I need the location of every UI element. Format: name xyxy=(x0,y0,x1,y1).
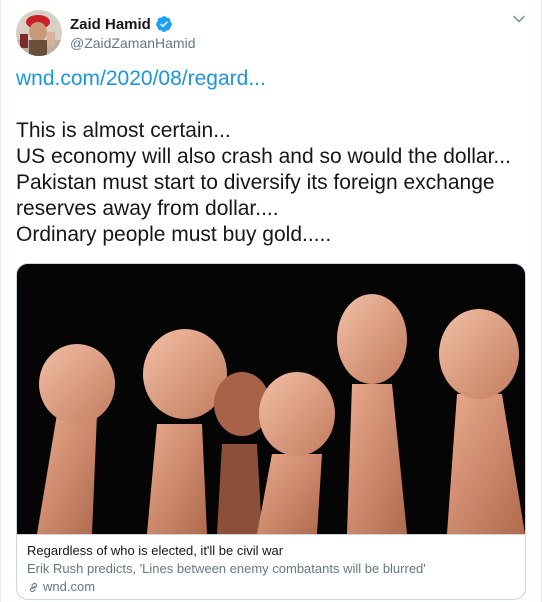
tweet-text-line: Ordinary people must buy gold..... xyxy=(16,223,332,246)
link-preview-card[interactable]: Regardless of who is elected, it'll be c… xyxy=(16,263,526,600)
avatar[interactable] xyxy=(16,10,62,56)
avatar-photo-icon xyxy=(16,10,62,56)
tweet-text-line: US economy will also crash and so would … xyxy=(16,145,511,168)
author-name[interactable]: Zaid Hamid xyxy=(70,16,151,33)
verified-badge-icon xyxy=(155,16,172,32)
author-handle[interactable]: @ZaidZamanHamid xyxy=(70,35,195,51)
card-domain-text: wnd.com xyxy=(43,579,96,594)
card-image[interactable] xyxy=(17,264,525,534)
tweet-text-line: This is almost certain... xyxy=(16,119,231,142)
tweet[interactable]: Zaid Hamid @ZaidZamanHamid wnd.com/2020/… xyxy=(0,0,542,602)
tweet-text-line: reserves away from dollar.... xyxy=(16,197,279,220)
card-title: Regardless of who is elected, it'll be c… xyxy=(27,543,284,558)
card-domain: wnd.com xyxy=(27,578,515,596)
chevron-down-icon[interactable] xyxy=(512,12,526,26)
tweet-text-line: Pakistan must start to diversify its for… xyxy=(16,171,495,194)
author-name-row[interactable]: Zaid Hamid xyxy=(70,15,173,33)
card-description: Erik Rush predicts, 'Lines between enemy… xyxy=(27,561,426,576)
tweet-url-link[interactable]: wnd.com/2020/08/regard... xyxy=(16,67,266,91)
card-body[interactable]: Regardless of who is elected, it'll be c… xyxy=(17,534,525,599)
tweet-header: Zaid Hamid @ZaidZamanHamid xyxy=(16,10,526,56)
link-icon xyxy=(30,582,37,592)
tweet-text: This is almost certain... US economy wil… xyxy=(16,118,526,248)
